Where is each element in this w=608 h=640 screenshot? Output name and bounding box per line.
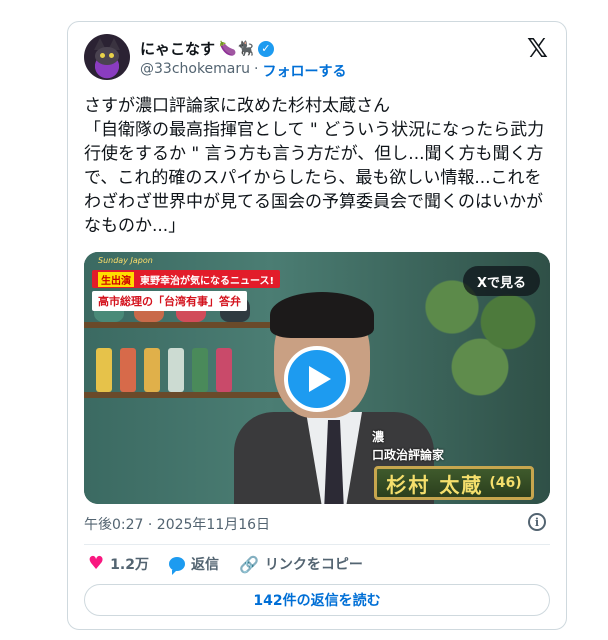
x-logo-icon[interactable]: 𝕏: [527, 34, 548, 64]
video-tea-can: [96, 348, 112, 392]
reply-bubble-icon: [168, 557, 185, 575]
heart-icon: ♥: [88, 553, 105, 574]
author-name-emojis: 🍆🐈‍⬛: [219, 40, 254, 57]
reply-button[interactable]: 返信: [168, 554, 219, 575]
copy-link-button[interactable]: 🔗 リンクをコピー: [239, 554, 363, 574]
play-button[interactable]: [284, 346, 350, 412]
news-headline: 東野幸治が気になるニュース!: [140, 275, 275, 287]
video-person-hair: [270, 292, 374, 338]
copy-link-label: リンクをコピー: [264, 557, 363, 573]
video-tea-can: [216, 348, 232, 392]
video-tea-can: [144, 348, 160, 392]
avatar-cat-eye-left: [100, 53, 105, 58]
info-icon[interactable]: i: [528, 513, 546, 531]
caption-prefix: 濃: [372, 430, 385, 444]
caption-age: (46): [489, 475, 522, 491]
video-player[interactable]: Sunday Japon 生出演 東野幸治が気になるニュース! 高市総理の「台湾…: [84, 252, 550, 504]
action-bar: ♥ 1.2万 返信 🔗 リンクをコピー: [88, 554, 363, 575]
follow-button[interactable]: フォローする: [262, 61, 346, 81]
news-banner: 生出演 東野幸治が気になるニュース!: [92, 270, 281, 288]
avatar-cat-face: [95, 47, 119, 65]
handle-separator: ·: [254, 61, 259, 77]
caption-name: 杉村 太蔵: [386, 472, 484, 497]
like-button[interactable]: ♥ 1.2万: [88, 554, 149, 574]
verified-badge-icon: ✓: [257, 40, 274, 57]
video-shelf: [84, 322, 284, 328]
divider: [84, 544, 550, 545]
link-icon: 🔗: [238, 554, 259, 574]
video-shelf: [84, 392, 284, 398]
author-name-row[interactable]: にゃこなす 🍆🐈‍⬛ ✓: [140, 38, 274, 59]
avatar[interactable]: [84, 34, 130, 80]
like-count: 1.2万: [110, 557, 149, 573]
author-handle-row: @33chokemaru · フォローする: [140, 61, 346, 81]
play-icon: [309, 366, 331, 392]
video-tea-can: [192, 348, 208, 392]
caption-role: 口政治評論家: [372, 448, 445, 462]
tweet-timestamp[interactable]: 午後0:27 · 2025年11月16日: [84, 514, 270, 534]
avatar-cat-eye-right: [109, 53, 114, 58]
caption-name-box: 杉村 太蔵 (46): [374, 466, 534, 500]
program-tag: Sunday Japon: [98, 256, 153, 265]
video-tea-can: [168, 348, 184, 392]
watch-on-x-button[interactable]: Xで見る: [462, 266, 540, 296]
read-replies-button[interactable]: 142件の返信を読む: [84, 584, 550, 616]
tweet-text: さすが濃口評論家に改めた杉村太蔵さん 「自衛隊の最高指揮官として " どういう状…: [84, 96, 545, 236]
video-tea-can: [120, 348, 136, 392]
tweet-card[interactable]: にゃこなす 🍆🐈‍⬛ ✓ @33chokemaru · フォローする 𝕏 さすが…: [67, 21, 567, 630]
news-subheadline: 高市総理の「台湾有事」答弁: [92, 291, 247, 311]
reply-label: 返信: [190, 557, 219, 573]
author-handle[interactable]: @33chokemaru: [140, 61, 250, 81]
author-display-name[interactable]: にゃこなす: [140, 38, 215, 59]
live-label: 生出演: [98, 271, 134, 287]
